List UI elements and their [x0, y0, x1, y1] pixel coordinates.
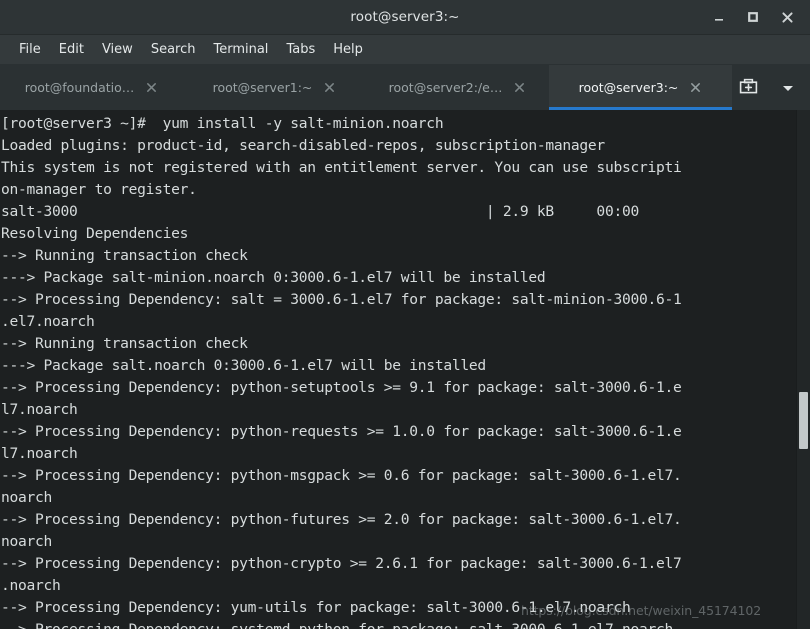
terminal-line: on-manager to register. — [1, 181, 197, 198]
terminal-line: l7.noarch — [1, 401, 78, 418]
scrollbar-thumb[interactable] — [799, 392, 808, 449]
terminal-line: --> Processing Dependency: python-future… — [1, 511, 682, 528]
tab-list: root@foundatio… root@server1:~ root@serv… — [0, 65, 732, 110]
maximize-button[interactable] — [743, 7, 763, 27]
terminal-line: ---> Package salt.noarch 0:3000.6-1.el7 … — [1, 357, 486, 374]
tab-root-server2[interactable]: root@server2:/e… — [366, 65, 549, 110]
terminal-line: --> Processing Dependency: python-setupt… — [1, 379, 682, 396]
terminal-line: noarch — [1, 489, 53, 506]
tab-label: root@server3:~ — [578, 80, 679, 95]
terminal-line: --> Processing Dependency: python-crypto… — [1, 555, 682, 572]
title-bar: root@server3:~ — [0, 0, 810, 35]
menu-item-terminal[interactable]: Terminal — [204, 39, 277, 60]
tab-close-icon[interactable] — [513, 81, 526, 94]
terminal-line: --> Processing Dependency: yum-utils for… — [1, 599, 631, 616]
terminal-line: l7.noarch — [1, 445, 78, 462]
terminal-output[interactable]: [root@server3 ~]# yum install -y salt-mi… — [0, 110, 796, 629]
terminal-area: [root@server3 ~]# yum install -y salt-mi… — [0, 110, 810, 629]
tab-close-icon[interactable] — [323, 81, 336, 94]
tab-close-icon[interactable] — [145, 81, 158, 94]
terminal-line: --> Running transaction check — [1, 247, 248, 264]
terminal-line: This system is not registered with an en… — [1, 159, 682, 176]
window-controls — [709, 7, 810, 27]
tab-close-icon[interactable] — [689, 81, 702, 94]
close-button[interactable] — [777, 7, 797, 27]
minimize-button[interactable] — [709, 7, 729, 27]
window-title: root@server3:~ — [350, 9, 460, 25]
tab-label: root@foundatio… — [24, 80, 135, 95]
terminal-line: --> Processing Dependency: python-msgpac… — [1, 467, 682, 484]
terminal-line: noarch — [1, 533, 53, 550]
menu-item-file[interactable]: File — [10, 39, 50, 60]
terminal-line: salt-3000 | 2.9 kB 00:00 — [1, 203, 639, 220]
tab-label: root@server1:~ — [212, 80, 313, 95]
tab-bar-actions — [732, 65, 810, 110]
terminal-line: .noarch — [1, 577, 61, 594]
menu-item-help[interactable]: Help — [324, 39, 372, 60]
terminal-line: --> Running transaction check — [1, 335, 248, 352]
terminal-scrollbar[interactable] — [796, 110, 810, 629]
tab-label: root@server2:/e… — [388, 80, 503, 95]
terminal-line: --> Processing Dependency: python-reques… — [1, 423, 682, 440]
terminal-line: --> Processing Dependency: systemd-pytho… — [1, 619, 796, 629]
menu-bar: File Edit View Search Terminal Tabs Help — [0, 35, 810, 65]
menu-item-edit[interactable]: Edit — [50, 39, 93, 60]
new-tab-icon[interactable] — [736, 76, 760, 100]
menu-item-search[interactable]: Search — [142, 39, 205, 60]
chevron-down-icon[interactable] — [776, 76, 800, 100]
terminal-window: root@server3:~ File Edit View Search Ter… — [0, 0, 810, 629]
tab-root-server1[interactable]: root@server1:~ — [183, 65, 366, 110]
menu-item-tabs[interactable]: Tabs — [277, 39, 324, 60]
terminal-line: [root@server3 ~]# yum install -y salt-mi… — [1, 115, 444, 132]
menu-item-view[interactable]: View — [93, 39, 142, 60]
tab-root-server3[interactable]: root@server3:~ — [549, 65, 732, 110]
terminal-line: ---> Package salt-minion.noarch 0:3000.6… — [1, 269, 546, 286]
terminal-line: .el7.noarch — [1, 313, 95, 330]
terminal-line: Loaded plugins: product-id, search-disab… — [1, 137, 605, 154]
terminal-line: Resolving Dependencies — [1, 225, 189, 242]
tab-root-foundation[interactable]: root@foundatio… — [0, 65, 183, 110]
tab-bar: root@foundatio… root@server1:~ root@serv… — [0, 65, 810, 110]
terminal-line: --> Processing Dependency: salt = 3000.6… — [1, 291, 682, 308]
